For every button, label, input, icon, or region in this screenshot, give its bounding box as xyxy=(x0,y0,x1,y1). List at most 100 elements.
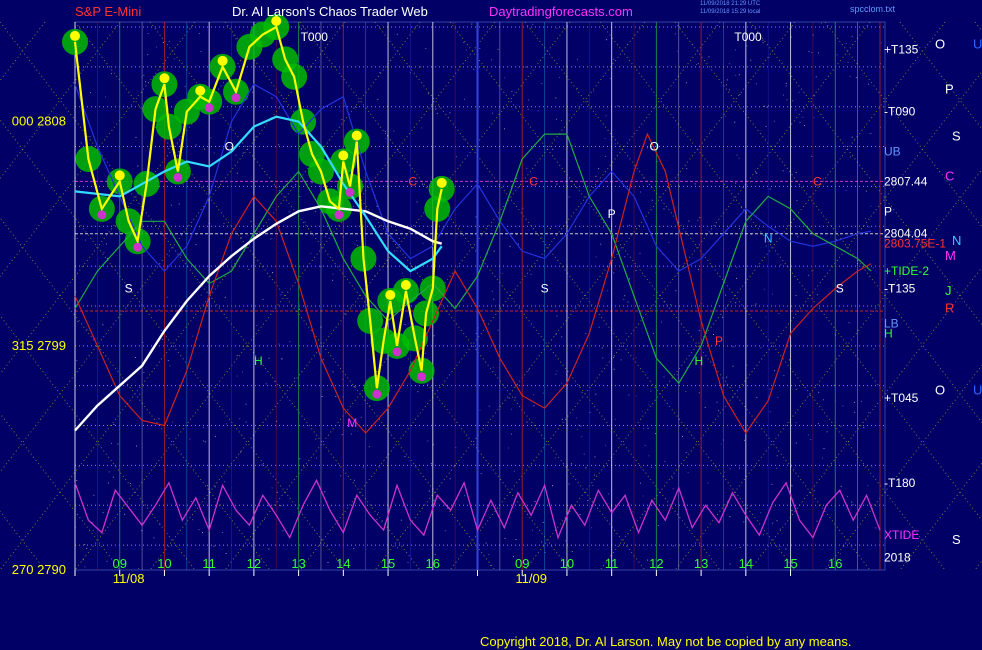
star-dot xyxy=(532,23,534,25)
star-dot xyxy=(166,296,168,298)
star-dot xyxy=(779,546,781,548)
star-dot xyxy=(593,90,595,92)
star-dot xyxy=(789,359,790,361)
star-dot xyxy=(396,33,398,35)
star-dot xyxy=(236,355,238,356)
site-link[interactable]: Daytradingforecasts.com xyxy=(489,4,633,19)
star-dot xyxy=(162,42,164,43)
star-dot xyxy=(488,554,490,555)
star-dot xyxy=(145,81,146,83)
star-dot xyxy=(422,242,424,244)
price-dot-low xyxy=(97,210,107,220)
star-dot xyxy=(849,156,851,158)
star-dot xyxy=(610,78,612,79)
star-dot xyxy=(732,365,734,367)
star-dot xyxy=(640,482,641,484)
star-dot xyxy=(508,447,509,449)
data-file-name: spcclom.txt xyxy=(850,4,896,14)
star-dot xyxy=(590,527,592,529)
star-dot xyxy=(840,425,842,427)
star-dot xyxy=(527,108,529,110)
star-dot xyxy=(106,560,108,562)
star-dot xyxy=(294,377,296,379)
star-dot xyxy=(798,91,800,93)
chart-background xyxy=(0,0,982,650)
star-dot xyxy=(449,112,451,114)
star-dot xyxy=(353,548,355,550)
star-dot xyxy=(433,499,435,501)
star-dot xyxy=(488,405,490,407)
star-dot xyxy=(479,409,481,411)
star-dot xyxy=(344,105,346,107)
star-dot xyxy=(802,116,804,118)
star-dot xyxy=(135,357,136,358)
chart-marker-label: C xyxy=(813,174,822,188)
star-dot xyxy=(561,382,563,384)
star-dot xyxy=(795,295,797,297)
star-dot xyxy=(493,298,495,300)
star-dot xyxy=(707,482,709,484)
star-dot xyxy=(739,94,741,95)
star-dot xyxy=(868,83,869,85)
star-dot xyxy=(614,143,616,145)
star-dot xyxy=(112,476,114,478)
star-dot xyxy=(198,33,200,34)
time-tick-label: 16 xyxy=(426,556,440,571)
star-dot xyxy=(813,490,815,492)
star-dot xyxy=(480,473,482,474)
star-dot xyxy=(795,442,797,444)
star-dot xyxy=(513,556,514,557)
star-dot xyxy=(777,397,779,398)
star-dot xyxy=(842,405,844,407)
star-dot xyxy=(433,335,435,337)
star-dot xyxy=(734,121,736,123)
star-dot xyxy=(501,272,503,274)
chart-marker-label: H xyxy=(254,354,263,368)
star-dot xyxy=(620,359,622,361)
star-dot xyxy=(811,52,813,54)
chart-marker-label: T000 xyxy=(734,30,762,44)
star-dot xyxy=(651,199,653,201)
far-right-label: N xyxy=(952,233,961,248)
author-title: Dr. Al Larson's Chaos Trader Web xyxy=(232,4,428,19)
star-dot xyxy=(861,400,862,402)
star-dot xyxy=(726,79,728,81)
star-dot xyxy=(515,539,517,540)
star-dot xyxy=(613,356,614,358)
star-dot xyxy=(404,323,406,325)
star-dot xyxy=(200,294,202,296)
price-dot-high xyxy=(338,150,349,161)
far-right-label: J xyxy=(945,283,952,298)
price-dot-low xyxy=(372,389,382,399)
star-dot xyxy=(799,121,801,123)
star-dot xyxy=(881,318,883,320)
star-dot xyxy=(202,531,203,533)
star-dot xyxy=(736,277,737,279)
star-dot xyxy=(627,301,629,303)
star-dot xyxy=(282,530,284,532)
star-dot xyxy=(624,256,626,258)
star-dot xyxy=(743,521,745,523)
star-dot xyxy=(580,436,582,438)
star-dot xyxy=(647,427,649,429)
star-dot xyxy=(736,266,738,268)
star-dot xyxy=(221,532,223,533)
price-dot-low xyxy=(345,187,355,197)
star-dot xyxy=(493,250,495,252)
star-dot xyxy=(395,229,397,231)
far-right-label: U xyxy=(973,383,982,398)
star-dot xyxy=(869,133,871,135)
star-dot xyxy=(685,452,687,453)
time-tick-label: 15 xyxy=(783,556,797,571)
star-dot xyxy=(594,474,595,476)
star-dot xyxy=(113,423,115,425)
chart-marker-label: O xyxy=(649,140,658,154)
star-dot xyxy=(508,397,510,399)
chart-marker-label: N xyxy=(764,232,773,246)
star-dot xyxy=(704,407,706,408)
star-dot xyxy=(235,38,237,40)
price-dot-low xyxy=(133,242,143,252)
star-dot xyxy=(756,172,758,174)
price-dot-high xyxy=(400,280,411,291)
star-dot xyxy=(77,321,79,323)
